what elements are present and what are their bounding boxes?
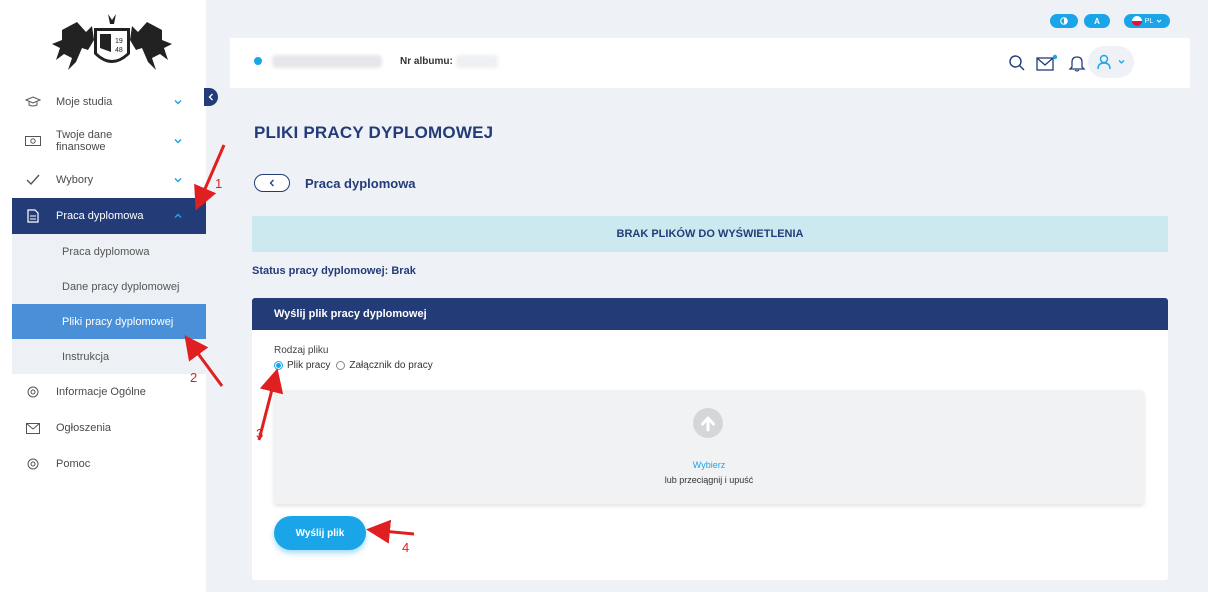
sidebar-item-finanse[interactable]: Twoje dane finansowe	[12, 120, 206, 162]
contrast-icon	[1060, 17, 1068, 25]
sidebar-edge	[0, 0, 12, 592]
user-menu-button[interactable]	[1088, 46, 1134, 78]
sidebar-item-wybory[interactable]: Wybory	[12, 162, 206, 198]
language-label: PL	[1144, 17, 1154, 25]
graduation-cap-icon	[24, 95, 42, 109]
album-number-label: Nr albumu:	[400, 56, 453, 67]
user-icon	[1097, 54, 1111, 70]
page-title: PLIKI PRACY DYPLOMOWEJ	[254, 123, 494, 142]
search-icon[interactable]	[1008, 54, 1026, 72]
language-selector[interactable]: PL	[1124, 14, 1170, 28]
check-icon	[24, 173, 42, 187]
annotation-number-3: 3	[256, 426, 264, 441]
drag-drop-hint: lub przeciągnij i upuść	[664, 475, 754, 485]
thesis-status: Status pracy dyplomowej: Brak	[252, 265, 416, 277]
document-icon	[24, 209, 42, 223]
send-file-button[interactable]: Wyślij plik	[274, 516, 366, 550]
sidebar-item-ogloszenia[interactable]: Ogłoszenia	[12, 410, 206, 446]
chevron-left-icon	[269, 179, 274, 187]
upload-card: Wyślij plik pracy dyplomowej Rodzaj plik…	[252, 298, 1168, 580]
flag-pl-icon	[1131, 16, 1142, 26]
sidebar-item-label: Pomoc	[56, 458, 91, 470]
sidebar-item-label: Wybory	[56, 174, 94, 186]
file-type-radio-group: Plik pracy Załącznik do pracy	[274, 360, 439, 371]
svg-text:48: 48	[115, 47, 123, 54]
annotation-number-4: 4	[402, 540, 410, 555]
top-toolbar: A PL	[208, 0, 1208, 38]
radio-zalacznik[interactable]	[336, 361, 346, 370]
sidebar-subitem-instrukcja[interactable]: Instrukcja	[12, 339, 206, 374]
sidebar-nav: Moje studia Twoje dane finansowe Wybory …	[12, 84, 206, 482]
chevron-down-icon	[174, 138, 182, 144]
sidebar-item-pomoc[interactable]: Pomoc	[12, 446, 206, 482]
sidebar-subitem-pliki-pracy[interactable]: Pliki pracy dyplomowej	[12, 304, 206, 339]
upload-arrow-icon	[693, 408, 723, 438]
back-button[interactable]	[254, 174, 290, 192]
section-title: Praca dyplomowa	[305, 176, 416, 191]
chevron-down-icon	[1156, 19, 1162, 23]
font-size-button[interactable]: A	[1084, 14, 1110, 28]
file-dropzone[interactable]: Wybierz lub przeciągnij i upuść	[274, 390, 1144, 504]
empty-files-message: BRAK PLIKÓW DO WYŚWIETLENIA	[252, 216, 1168, 252]
sidebar-item-label: Moje studia	[56, 96, 113, 108]
sidebar-item-label: Informacje Ogólne	[56, 386, 146, 398]
chevron-down-icon	[1118, 60, 1125, 64]
annotation-number-1: 1	[215, 176, 223, 191]
card-title: Wyślij plik pracy dyplomowej	[252, 298, 1168, 330]
main-area: A PL Nr albumu: PLIKI PRACY DYPLOMOWEJ P…	[208, 0, 1208, 592]
annotation-number-2: 2	[190, 370, 198, 385]
svg-text:19: 19	[115, 38, 123, 45]
status-dot	[254, 57, 262, 65]
sidebar: 19 48 Moje studia Twoje dane finansowe W…	[12, 0, 206, 592]
bell-icon[interactable]	[1068, 54, 1086, 72]
sidebar-item-label: Ogłoszenia	[56, 422, 112, 434]
sidebar-item-label: Praca dyplomowa	[56, 210, 144, 222]
file-type-label: Rodzaj pliku	[274, 345, 329, 356]
sidebar-item-moje-studia[interactable]: Moje studia	[12, 84, 206, 120]
info-icon	[24, 385, 42, 399]
radio-label-plik-pracy[interactable]: Plik pracy	[287, 360, 330, 371]
chevron-left-icon	[208, 93, 213, 101]
sidebar-subitem-praca-dyplomowa[interactable]: Praca dyplomowa	[12, 234, 206, 269]
sidebar-item-praca-dyplomowa[interactable]: Praca dyplomowa	[12, 198, 206, 234]
sidebar-item-label: Twoje dane finansowe	[56, 129, 113, 153]
envelope-icon	[24, 421, 42, 435]
contrast-toggle-button[interactable]	[1050, 14, 1078, 28]
user-header: Nr albumu:	[230, 38, 1190, 88]
sidebar-subitem-dane-pracy[interactable]: Dane pracy dyplomowej	[12, 269, 206, 304]
university-logo: 19 48	[52, 14, 172, 70]
sidebar-item-informacje[interactable]: Informacje Ogólne	[12, 374, 206, 410]
choose-file-link[interactable]: Wybierz	[274, 460, 1144, 470]
radio-plik-pracy[interactable]	[274, 361, 283, 370]
chevron-down-icon	[174, 177, 182, 183]
money-icon	[24, 134, 42, 148]
album-number-redacted	[456, 55, 498, 68]
student-name-redacted	[272, 55, 382, 68]
chevron-up-icon	[174, 213, 182, 219]
chevron-down-icon	[174, 99, 182, 105]
messages-icon[interactable]	[1036, 54, 1058, 72]
help-icon	[24, 457, 42, 471]
radio-label-zalacznik[interactable]: Załącznik do pracy	[349, 360, 432, 371]
